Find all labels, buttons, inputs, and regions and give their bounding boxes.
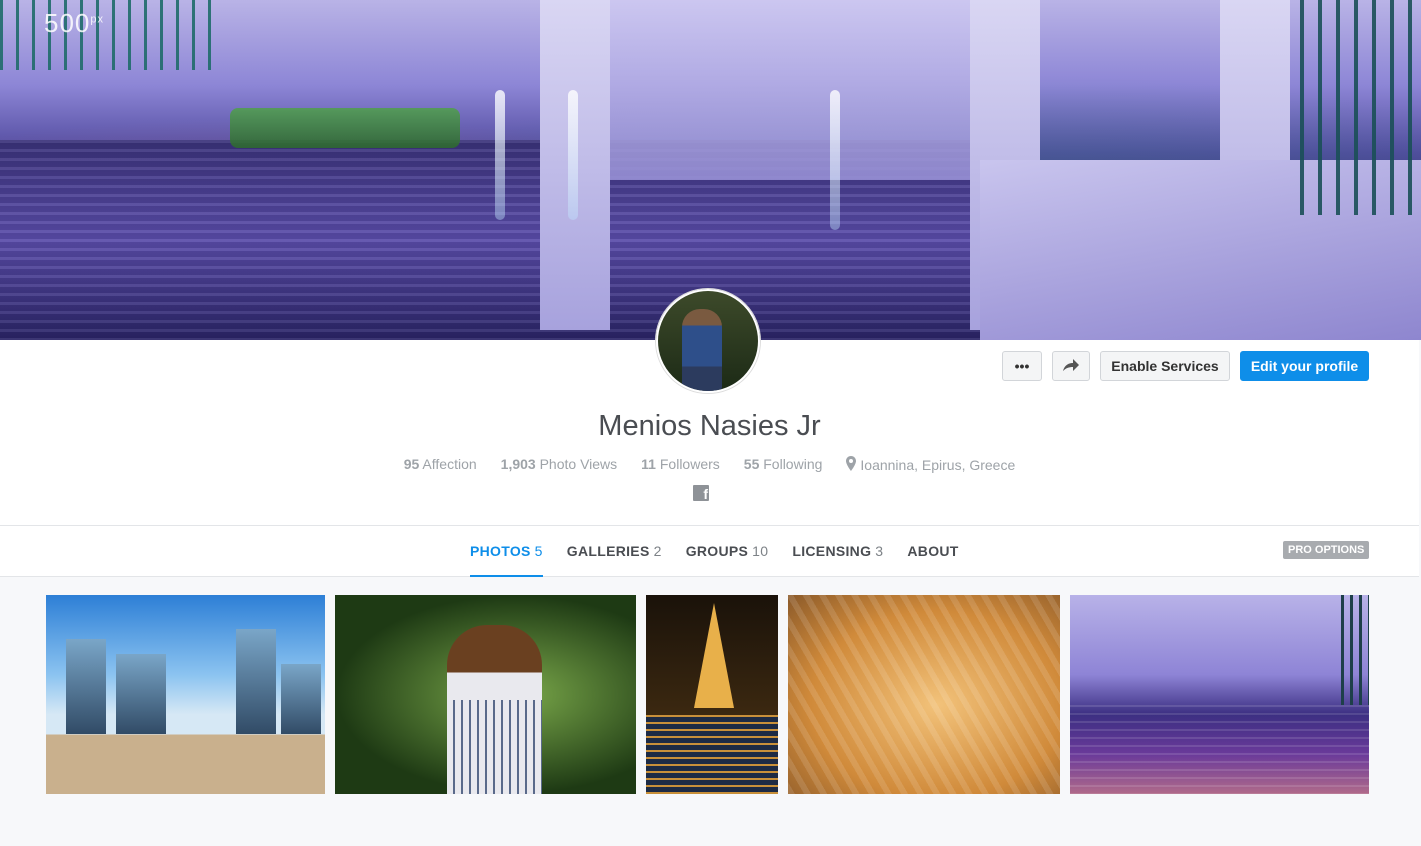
cover-waterfall [495,90,505,220]
map-pin-icon [846,456,857,474]
profile-stats: 95 Affection 1,903 Photo Views 11 Follow… [0,456,1419,474]
cover-waterfall [830,90,840,230]
avatar[interactable] [656,289,760,393]
enable-services-button[interactable]: Enable Services [1100,351,1230,381]
stat-photo-views: 1,903 Photo Views [500,456,618,472]
profile-tabs: PHOTOS 5 GALLERIES 2 GROUPS 10 LICENSING 3 A… [0,526,1419,577]
cover-railing [1300,0,1421,215]
facebook-icon[interactable]: f [693,485,709,502]
edit-profile-button[interactable]: Edit your profile [1240,351,1369,381]
stat-location: Ioannina, Epirus, Greece [846,456,1015,474]
tab-photos[interactable]: PHOTOS 5 [470,526,543,577]
share-arrow-icon [1062,358,1080,375]
photo-thumbnail[interactable] [335,595,636,794]
photo-thumbnail[interactable] [788,595,1060,794]
photo-thumbnail[interactable] [646,595,778,794]
stat-affection[interactable]: 95 Affection [404,456,477,474]
pro-options-badge[interactable]: PRO OPTIONS [1283,541,1370,559]
tab-about[interactable]: ABOUT [907,526,958,576]
tab-galleries[interactable]: GALLERIES 2 [567,526,662,576]
500px-logo[interactable]: 500px [44,8,104,39]
cover-waterfall [568,90,578,220]
cover-moss [230,108,460,148]
tab-licensing[interactable]: LICENSING 3 [792,526,883,576]
tab-groups[interactable]: GROUPS 10 [686,526,769,576]
stat-followers[interactable]: 11 Followers [641,456,720,474]
profile-name: Menios Nasies Jr [598,410,821,442]
photo-thumbnail[interactable] [1070,595,1369,794]
avatar-person [682,309,722,391]
photo-thumbnail[interactable] [46,595,325,794]
cover-fountain-wall [560,0,1000,180]
stat-following[interactable]: 55 Following [744,456,823,474]
share-button[interactable] [1052,351,1090,381]
more-options-button[interactable]: ••• [1002,351,1042,381]
cover-railing [0,0,215,70]
